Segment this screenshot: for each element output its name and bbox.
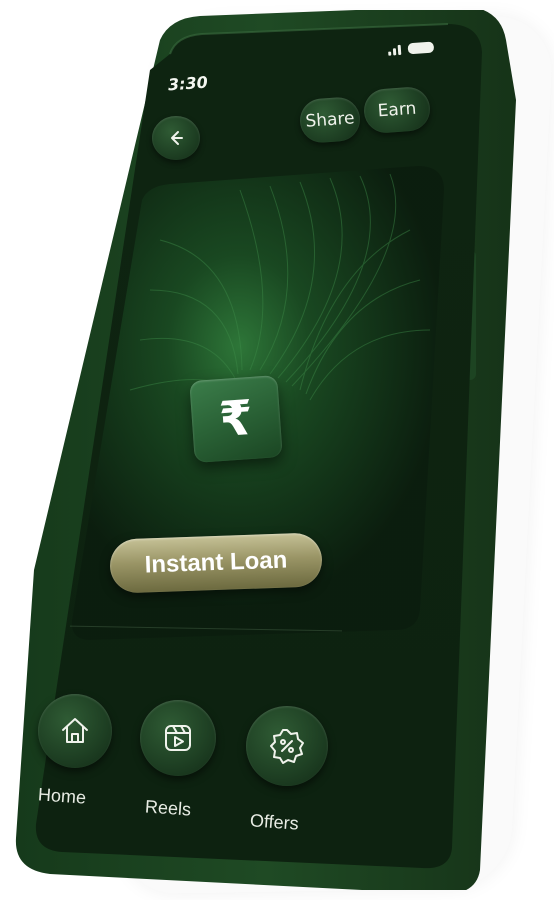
back-button[interactable] xyxy=(152,116,200,160)
nav-reels-button[interactable] xyxy=(140,700,216,776)
status-time: 3:30 xyxy=(167,72,209,95)
nav-home-label: Home xyxy=(37,784,87,808)
nav-offers-button[interactable] xyxy=(246,706,328,786)
offers-badge-icon xyxy=(270,729,304,764)
instant-loan-button[interactable]: Instant Loan xyxy=(109,532,323,594)
status-icons xyxy=(387,38,438,61)
home-icon xyxy=(62,718,88,743)
battery-icon xyxy=(407,41,434,55)
rupee-icon: ₹ xyxy=(189,375,283,463)
reels-icon xyxy=(165,725,191,751)
nav-reels-label: Reels xyxy=(144,796,192,820)
nav-offers-label: Offers xyxy=(249,810,300,834)
arrow-left-icon xyxy=(171,131,183,145)
signal-icon xyxy=(388,44,402,56)
nav-home-button[interactable] xyxy=(38,694,112,768)
